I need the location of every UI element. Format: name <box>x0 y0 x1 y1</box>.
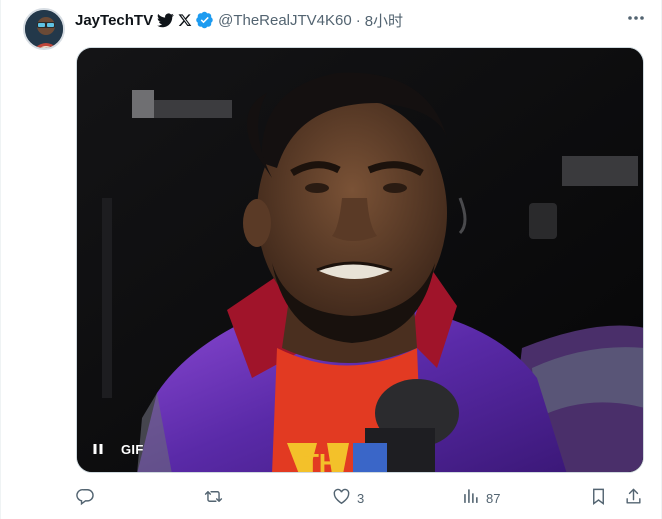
gif-media[interactable]: TH GIF <box>76 47 644 473</box>
more-icon[interactable] <box>625 9 647 27</box>
tweet-header: JayTechTV @TheRealJTV4K60 · 8小时 <box>75 9 645 31</box>
gif-frame: TH <box>77 48 643 473</box>
separator-dot: · <box>355 11 361 29</box>
views-icon <box>461 487 480 509</box>
retweet-button[interactable] <box>204 486 229 510</box>
bird-icon <box>157 13 175 28</box>
heart-icon <box>332 487 351 509</box>
avatar[interactable] <box>23 8 65 50</box>
like-button[interactable]: 3 <box>332 486 364 510</box>
share-icon <box>624 487 643 509</box>
verified-badge-icon <box>196 11 214 29</box>
like-count: 3 <box>357 490 365 506</box>
reply-button[interactable] <box>76 486 101 510</box>
x-logo-icon <box>178 13 192 27</box>
tweet-card[interactable]: JayTechTV @TheRealJTV4K60 · 8小时 TH GIF 3… <box>0 0 662 519</box>
user-handle[interactable]: @TheRealJTV4K60 <box>218 12 352 29</box>
timestamp[interactable]: 8小时 <box>365 10 403 31</box>
views-count: 87 <box>486 490 501 506</box>
action-bar: 3 87 <box>73 486 651 510</box>
shirt-text: TH <box>303 448 338 473</box>
gif-controls: GIF <box>89 440 144 458</box>
views-button[interactable]: 87 <box>461 486 500 510</box>
display-name[interactable]: JayTechTV <box>75 12 153 29</box>
share-button[interactable] <box>624 486 643 510</box>
pause-icon[interactable] <box>89 440 107 458</box>
retweet-icon <box>204 487 223 509</box>
gif-label: GIF <box>121 441 144 457</box>
bookmark-icon <box>589 487 608 509</box>
bookmark-button[interactable] <box>589 486 608 510</box>
reply-icon <box>76 487 95 509</box>
